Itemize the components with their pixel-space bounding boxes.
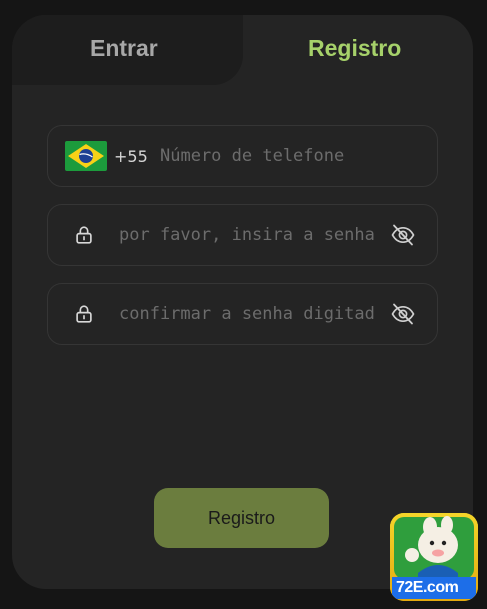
lock-icon — [76, 305, 92, 323]
lock-icon — [76, 226, 92, 244]
password-field[interactable] — [47, 204, 438, 266]
logo-text: 72E.com — [396, 579, 459, 596]
tab-registro[interactable]: Registro — [308, 35, 401, 62]
register-card: Entrar Registro +55 Número de telefone R… — [12, 15, 473, 589]
app-logo[interactable]: 72E.com — [390, 513, 478, 601]
password-input[interactable] — [119, 219, 376, 251]
phone-field[interactable]: +55 — [47, 125, 438, 187]
brazil-flag-icon — [65, 141, 107, 171]
eye-off-icon[interactable] — [390, 301, 416, 327]
confirm-password-field[interactable] — [47, 283, 438, 345]
confirm-password-input[interactable] — [119, 298, 376, 330]
register-button[interactable]: Registro — [154, 488, 329, 548]
tab-entrar-label: Entrar — [90, 35, 158, 61]
eye-off-icon[interactable] — [390, 222, 416, 248]
phone-input[interactable] — [160, 140, 422, 172]
tab-entrar[interactable]: Entrar — [12, 15, 243, 85]
country-code[interactable]: +55 — [114, 147, 148, 166]
